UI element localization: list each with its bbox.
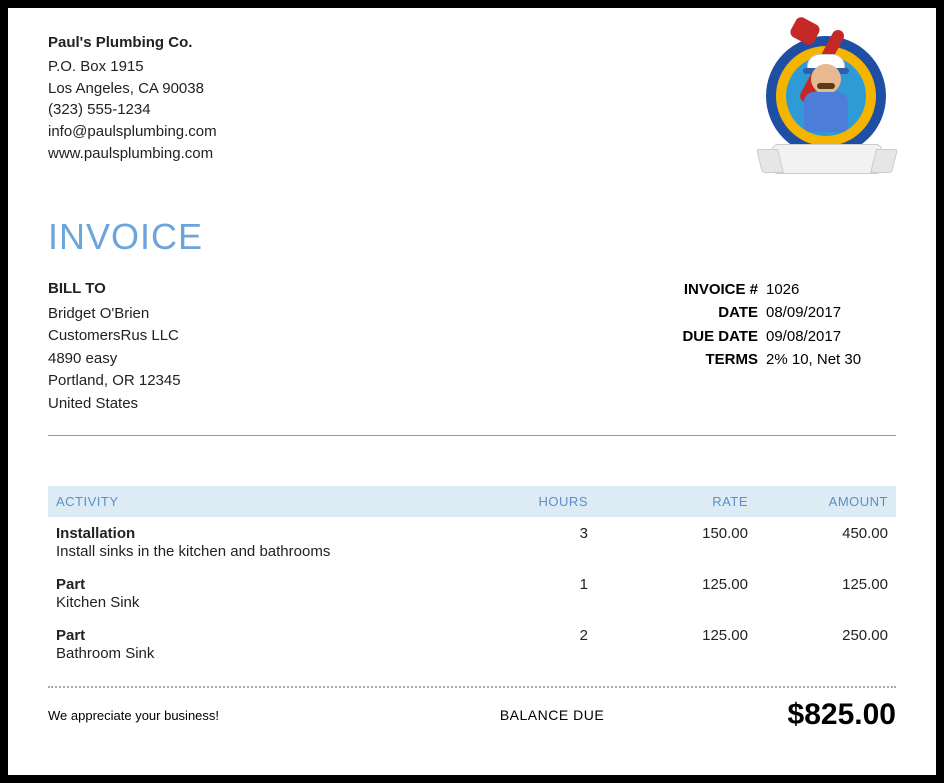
item-hours: 3: [468, 525, 588, 542]
table-row: Part Bathroom Sink 2 125.00 250.00: [48, 619, 896, 670]
bill-to-name: Bridget O'Brien: [48, 303, 181, 326]
table-row: Part Kitchen Sink 1 125.00 125.00: [48, 568, 896, 619]
dashed-divider: [48, 686, 896, 688]
meta-due-date: 09/08/2017: [766, 325, 896, 348]
meta-due-label: DUE DATE: [646, 325, 766, 348]
divider: [48, 435, 896, 436]
col-rate-header: RATE: [588, 494, 748, 509]
item-rate: 125.00: [588, 627, 748, 644]
company-phone: (323) 555-1234: [48, 99, 217, 121]
item-hours: 2: [468, 627, 588, 644]
col-hours-header: HOURS: [468, 494, 588, 509]
company-pobox: P.O. Box 1915: [48, 56, 217, 78]
company-block: Paul's Plumbing Co. P.O. Box 1915 Los An…: [48, 32, 217, 165]
footer-row: We appreciate your business! BALANCE DUE…: [48, 698, 896, 732]
col-activity-header: ACTIVITY: [56, 494, 468, 509]
item-amount: 450.00: [748, 525, 888, 542]
company-logo: [756, 32, 896, 172]
table-row: Installation Install sinks in the kitche…: [48, 517, 896, 568]
item-amount: 125.00: [748, 576, 888, 593]
thanks-message: We appreciate your business!: [48, 708, 408, 723]
item-name: Installation: [56, 525, 468, 542]
balance-due-amount: $825.00: [696, 698, 896, 732]
item-desc: Kitchen Sink: [56, 594, 468, 611]
meta-terms-label: TERMS: [646, 348, 766, 371]
item-name: Part: [56, 627, 468, 644]
bill-to-company: CustomersRus LLC: [48, 325, 181, 348]
bill-to-block: BILL TO Bridget O'Brien CustomersRus LLC…: [48, 278, 181, 415]
item-hours: 1: [468, 576, 588, 593]
bill-to-label: BILL TO: [48, 278, 181, 301]
company-city: Los Angeles, CA 90038: [48, 78, 217, 100]
meta-terms: 2% 10, Net 30: [766, 348, 896, 371]
item-desc: Install sinks in the kitchen and bathroo…: [56, 543, 468, 560]
meta-date-label: DATE: [646, 301, 766, 324]
header: Paul's Plumbing Co. P.O. Box 1915 Los An…: [48, 32, 896, 172]
plumber-icon: [794, 50, 858, 134]
table-body: Installation Install sinks in the kitche…: [48, 517, 896, 670]
meta-invoice-number: 1026: [766, 278, 896, 301]
meta-date: 08/09/2017: [766, 301, 896, 324]
item-name: Part: [56, 576, 468, 593]
bill-to-street: 4890 easy: [48, 348, 181, 371]
col-amount-header: AMOUNT: [748, 494, 888, 509]
banner-icon: [772, 144, 882, 174]
table-header: ACTIVITY HOURS RATE AMOUNT: [48, 486, 896, 517]
item-rate: 125.00: [588, 576, 748, 593]
line-items-table: ACTIVITY HOURS RATE AMOUNT Installation …: [48, 486, 896, 670]
item-desc: Bathroom Sink: [56, 645, 468, 662]
invoice-page: Paul's Plumbing Co. P.O. Box 1915 Los An…: [0, 0, 944, 783]
item-amount: 250.00: [748, 627, 888, 644]
invoice-meta: INVOICE # 1026 DATE 08/09/2017 DUE DATE …: [646, 278, 896, 415]
billing-row: BILL TO Bridget O'Brien CustomersRus LLC…: [48, 278, 896, 415]
item-rate: 150.00: [588, 525, 748, 542]
bill-to-city: Portland, OR 12345: [48, 370, 181, 393]
company-email: info@paulsplumbing.com: [48, 121, 217, 143]
company-website: www.paulsplumbing.com: [48, 143, 217, 165]
bill-to-country: United States: [48, 393, 181, 416]
meta-invoice-label: INVOICE #: [646, 278, 766, 301]
company-name: Paul's Plumbing Co.: [48, 32, 217, 54]
balance-due-label: BALANCE DUE: [408, 707, 696, 723]
document-title: INVOICE: [48, 216, 896, 258]
